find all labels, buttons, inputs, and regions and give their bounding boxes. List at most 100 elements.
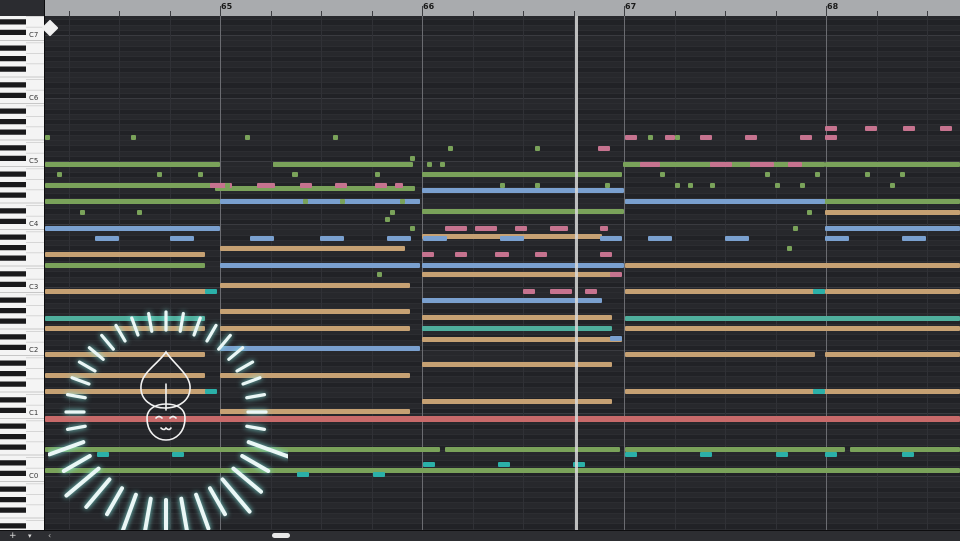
midi-note[interactable] — [320, 236, 344, 241]
midi-note[interactable] — [865, 126, 877, 131]
midi-note[interactable] — [375, 172, 380, 177]
midi-note[interactable] — [220, 246, 405, 251]
midi-note[interactable] — [57, 172, 62, 177]
midi-note[interactable] — [585, 289, 597, 294]
midi-note[interactable] — [335, 183, 347, 188]
midi-note[interactable] — [45, 199, 220, 204]
black-key[interactable] — [0, 281, 26, 287]
midi-note[interactable] — [390, 210, 395, 215]
midi-note[interactable] — [710, 162, 732, 167]
playhead-cursor[interactable] — [575, 16, 578, 530]
midi-note[interactable] — [137, 210, 142, 215]
midi-note[interactable] — [205, 389, 217, 394]
midi-note[interactable] — [385, 217, 390, 222]
midi-note[interactable] — [423, 462, 435, 467]
midi-note[interactable] — [445, 447, 620, 452]
midi-note[interactable] — [45, 468, 960, 473]
midi-note[interactable] — [157, 172, 162, 177]
midi-note[interactable] — [625, 135, 637, 140]
midi-note[interactable] — [422, 326, 612, 331]
midi-note[interactable] — [788, 162, 802, 167]
midi-note[interactable] — [297, 472, 309, 477]
black-key[interactable] — [0, 208, 26, 214]
midi-note[interactable] — [422, 399, 612, 404]
midi-note[interactable] — [97, 452, 109, 457]
midi-note[interactable] — [422, 337, 622, 342]
midi-note[interactable] — [45, 373, 205, 378]
midi-note[interactable] — [598, 146, 610, 151]
midi-note[interactable] — [825, 452, 837, 457]
midi-note[interactable] — [800, 183, 805, 188]
black-key[interactable] — [0, 182, 26, 188]
black-key[interactable] — [0, 308, 26, 314]
midi-note[interactable] — [198, 172, 203, 177]
black-key[interactable] — [0, 434, 26, 440]
black-key[interactable] — [0, 497, 26, 503]
midi-note[interactable] — [375, 183, 387, 188]
black-key[interactable] — [0, 29, 26, 35]
midi-note[interactable] — [377, 272, 382, 277]
midi-note[interactable] — [625, 389, 960, 394]
midi-note[interactable] — [745, 135, 757, 140]
midi-note[interactable] — [750, 162, 774, 167]
midi-note[interactable] — [775, 183, 780, 188]
midi-note[interactable] — [455, 252, 467, 257]
midi-note[interactable] — [700, 452, 712, 457]
midi-note[interactable] — [157, 183, 162, 188]
black-key[interactable] — [0, 145, 26, 151]
black-key[interactable] — [0, 523, 26, 529]
midi-note[interactable] — [423, 236, 447, 241]
black-key[interactable] — [0, 460, 26, 466]
midi-note[interactable] — [172, 452, 184, 457]
midi-note[interactable] — [793, 226, 798, 231]
midi-note[interactable] — [710, 183, 715, 188]
midi-note[interactable] — [273, 162, 278, 167]
midi-note[interactable] — [625, 263, 960, 268]
piano-keyboard[interactable]: C7 C6 C5 C4 C3 C2 C1 C0 — [0, 16, 45, 530]
midi-note[interactable] — [610, 336, 622, 341]
black-key[interactable] — [0, 66, 26, 72]
midi-note[interactable] — [625, 289, 825, 294]
midi-note[interactable] — [373, 472, 385, 477]
midi-note[interactable] — [825, 126, 837, 131]
midi-note[interactable] — [220, 346, 420, 351]
midi-note[interactable] — [45, 162, 220, 167]
midi-note[interactable] — [45, 252, 205, 257]
midi-note[interactable] — [625, 452, 637, 457]
black-key[interactable] — [0, 218, 26, 224]
midi-note[interactable] — [765, 172, 770, 177]
midi-note[interactable] — [610, 272, 622, 277]
midi-note[interactable] — [80, 210, 85, 215]
midi-note[interactable] — [410, 226, 415, 231]
midi-note[interactable] — [688, 183, 693, 188]
black-key[interactable] — [0, 381, 26, 387]
black-key[interactable] — [0, 19, 26, 25]
midi-note[interactable] — [220, 283, 410, 288]
midi-note[interactable] — [185, 183, 190, 188]
midi-note[interactable] — [257, 183, 275, 188]
black-key[interactable] — [0, 45, 26, 51]
midi-note[interactable] — [600, 226, 608, 231]
midi-note[interactable] — [45, 263, 205, 268]
midi-note[interactable] — [440, 162, 445, 167]
midi-note[interactable] — [515, 226, 527, 231]
black-key[interactable] — [0, 108, 26, 114]
black-key[interactable] — [0, 371, 26, 377]
midi-note[interactable] — [220, 409, 410, 414]
midi-note[interactable] — [65, 183, 70, 188]
midi-note[interactable] — [45, 226, 220, 231]
midi-note[interactable] — [902, 236, 926, 241]
midi-note[interactable] — [535, 252, 547, 257]
black-key[interactable] — [0, 245, 26, 251]
midi-note[interactable] — [498, 462, 510, 467]
midi-note[interactable] — [427, 162, 432, 167]
midi-note[interactable] — [902, 452, 914, 457]
midi-note[interactable] — [220, 326, 410, 331]
midi-note[interactable] — [648, 135, 653, 140]
black-key[interactable] — [0, 129, 26, 135]
midi-note[interactable] — [395, 183, 403, 188]
midi-note[interactable] — [422, 209, 624, 214]
midi-note[interactable] — [110, 199, 115, 204]
midi-note[interactable] — [675, 135, 680, 140]
black-key[interactable] — [0, 234, 26, 240]
